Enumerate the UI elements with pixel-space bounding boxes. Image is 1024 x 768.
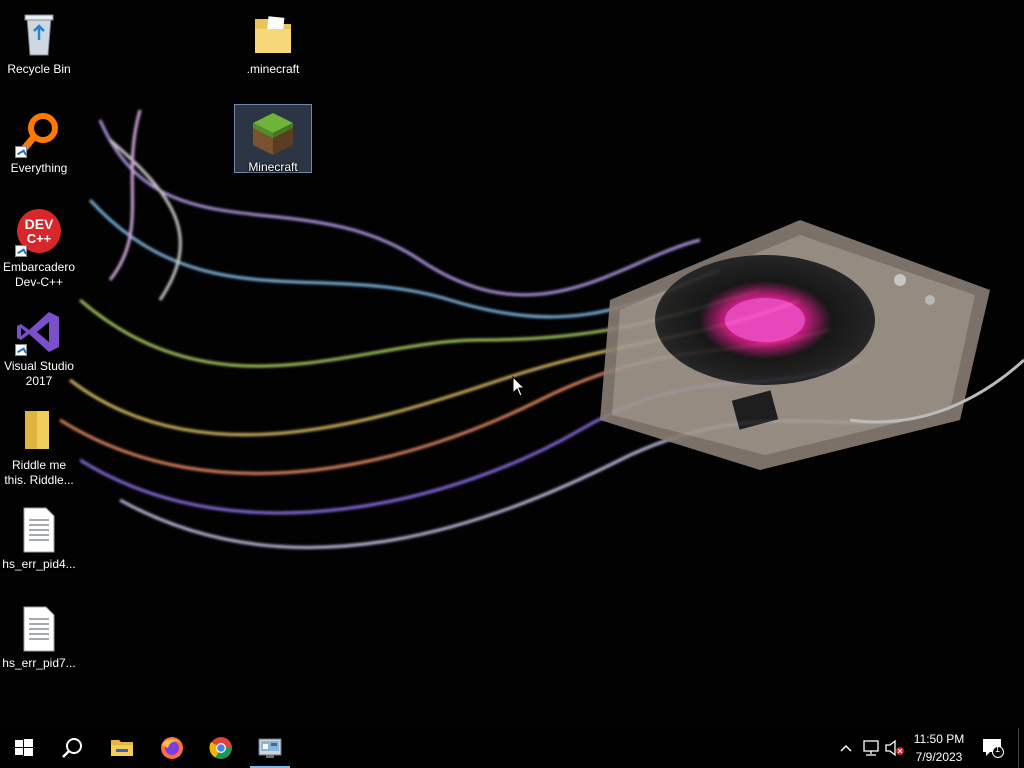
- shortcut-arrow-icon: [15, 344, 27, 356]
- devcpp-icon: DEV C++: [15, 209, 63, 257]
- everything-search-icon: [15, 110, 63, 158]
- control-panel-icon: [258, 738, 282, 758]
- shortcut-arrow-icon: [15, 146, 27, 158]
- show-hidden-icons-button[interactable]: [836, 728, 856, 768]
- notification-count-badge: 1: [995, 744, 1001, 754]
- desktop-icon-hs-err-pid7[interactable]: hs_err_pid7...: [0, 600, 78, 672]
- file-explorer-button[interactable]: [98, 728, 146, 768]
- desktop-icon-label: Embarcadero Dev-C++: [2, 260, 76, 289]
- start-button[interactable]: [0, 728, 48, 768]
- clock[interactable]: 11:50 PM 7/9/2023: [906, 730, 972, 766]
- volume-muted-icon: [885, 740, 904, 756]
- notification-icon: [983, 739, 1004, 758]
- desktop-icon-riddle-folder[interactable]: Riddle me this. Riddle...: [0, 402, 78, 489]
- desktop-icon-embarcadero-devcpp[interactable]: DEV C++ Embarcadero Dev-C++: [0, 204, 78, 291]
- desktop-icon-visual-studio-2017[interactable]: Visual Studio 2017: [0, 303, 78, 390]
- svg-text:DEV: DEV: [25, 216, 54, 232]
- desktop-icon-label: .minecraft: [246, 62, 300, 76]
- mouse-cursor-icon: [512, 376, 526, 397]
- firefox-icon: [161, 737, 183, 759]
- taskbar: 11:50 PM 7/9/2023 1: [0, 728, 1024, 768]
- action-center-button[interactable]: 1: [978, 728, 1008, 768]
- windows-logo-icon: [15, 739, 33, 756]
- show-desktop-button[interactable]: [1018, 728, 1024, 768]
- network-button[interactable]: [860, 728, 882, 768]
- folder-icon: [15, 407, 63, 455]
- chrome-icon: [209, 737, 232, 759]
- text-file-icon: [15, 506, 63, 554]
- svg-text:C++: C++: [27, 231, 52, 246]
- clock-time: 11:50 PM: [913, 732, 965, 746]
- desktop-icon-minecraft[interactable]: Minecraft: [234, 104, 312, 174]
- minecraft-grass-block-icon: [249, 109, 297, 157]
- folder-icon: [249, 11, 297, 59]
- desktop-icon-label: Minecraft: [248, 160, 298, 174]
- shortcut-arrow-icon: [15, 245, 27, 257]
- desktop-icon-recycle-bin[interactable]: Recycle Bin: [0, 6, 78, 78]
- control-panel-button[interactable]: [246, 728, 294, 768]
- firefox-button[interactable]: [148, 728, 196, 768]
- desktop-icon-everything[interactable]: Everything: [0, 105, 78, 177]
- desktop-icon-label: hs_err_pid4...: [2, 557, 76, 571]
- search-button[interactable]: [48, 728, 96, 768]
- chrome-button[interactable]: [197, 728, 245, 768]
- text-file-icon: [15, 605, 63, 653]
- desktop-icon-label: hs_err_pid7...: [2, 656, 76, 670]
- desktop-icon-label: Recycle Bin: [7, 62, 71, 76]
- desktop-icon-dot-minecraft[interactable]: .minecraft: [234, 6, 312, 78]
- desktop-icon-label: Visual Studio 2017: [4, 359, 74, 388]
- chevron-up-icon: [840, 744, 852, 752]
- desktop-icon-hs-err-pid4[interactable]: hs_err_pid4...: [0, 501, 78, 573]
- folder-icon: [111, 740, 133, 756]
- recycle-bin-icon: [15, 11, 63, 59]
- search-icon: [62, 738, 82, 758]
- desktop-wallpaper: [0, 0, 1024, 728]
- network-icon: [863, 740, 879, 756]
- desktop-icon-label: Riddle me this. Riddle...: [4, 458, 74, 487]
- volume-button[interactable]: [884, 728, 906, 768]
- desktop-icon-label: Everything: [10, 161, 68, 175]
- visual-studio-icon: [15, 308, 63, 356]
- clock-date: 7/9/2023: [915, 750, 963, 764]
